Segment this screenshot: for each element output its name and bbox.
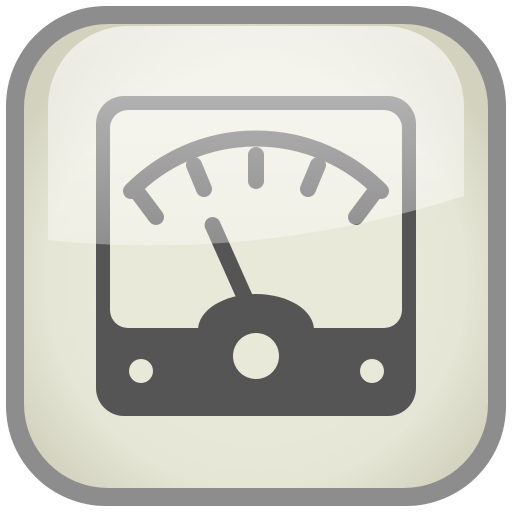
analog-meter-app-icon[interactable] (0, 0, 512, 512)
screw-hole-left (129, 359, 153, 383)
center-screw (233, 333, 279, 379)
screw-hole-right (360, 359, 384, 383)
gloss-highlight (48, 26, 464, 246)
